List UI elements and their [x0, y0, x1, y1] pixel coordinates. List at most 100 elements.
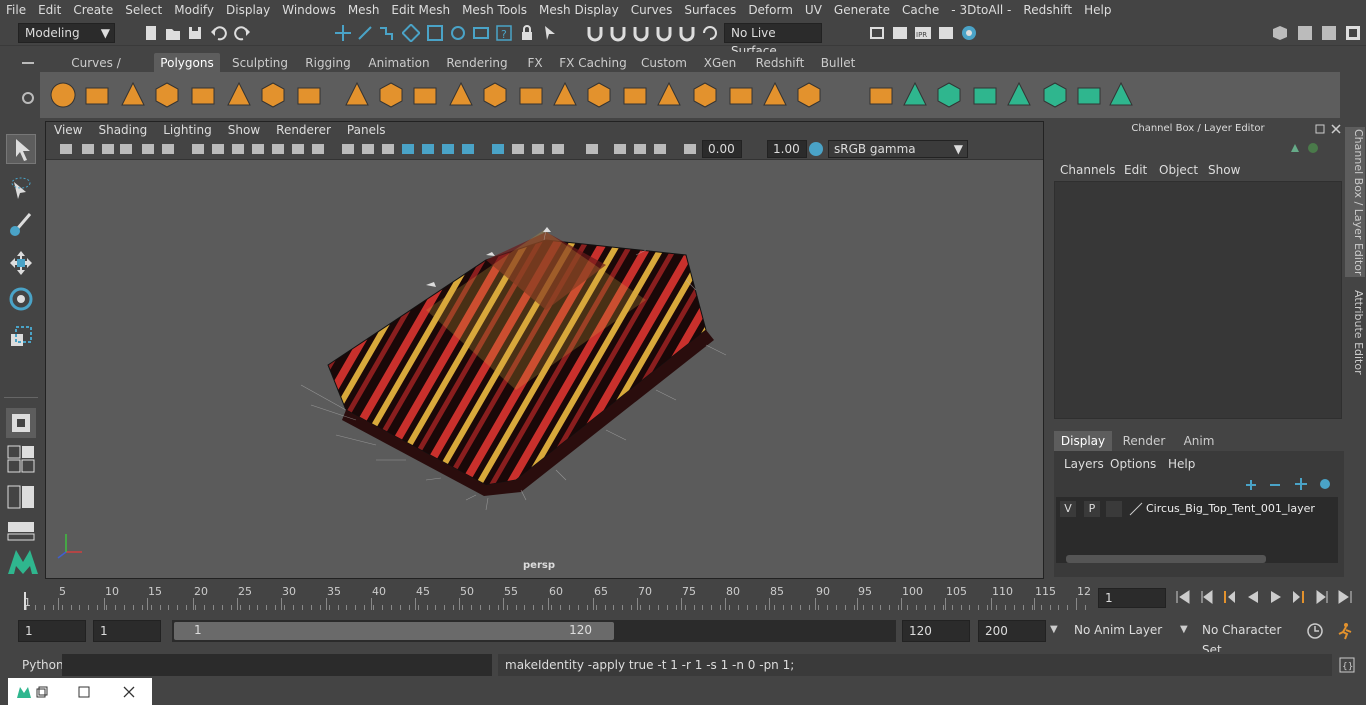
live-surface-field[interactable]: No Live Surface — [724, 23, 822, 58]
xray-joints-icon[interactable] — [550, 141, 566, 157]
step-forward-icon[interactable] — [1313, 588, 1331, 606]
anti-alias-icon[interactable] — [460, 141, 476, 157]
bridge-icon[interactable] — [516, 80, 546, 110]
plane-icon[interactable] — [188, 80, 218, 110]
camera-icon[interactable] — [58, 141, 74, 157]
layout-four-panes[interactable] — [6, 444, 36, 474]
float-icon[interactable] — [1315, 124, 1325, 134]
open-scene-icon[interactable] — [164, 24, 182, 42]
preferences-running-icon[interactable] — [1336, 622, 1354, 640]
viewport-menu-shading[interactable]: Shading — [90, 123, 155, 137]
playback-end-field[interactable]: 120 — [902, 620, 970, 642]
menu-display[interactable]: Display — [220, 0, 276, 20]
step-forward-key-icon[interactable] — [1290, 588, 1308, 606]
colorspace-dropdown[interactable]: sRGB gamma ▼ — [828, 140, 968, 158]
default-material-icon[interactable] — [340, 141, 356, 157]
pyramid-icon[interactable] — [258, 80, 288, 110]
move-tool[interactable] — [6, 248, 36, 278]
shelf-tab-rigging[interactable]: Rigging — [298, 53, 358, 73]
show-menu[interactable]: Show — [1208, 163, 1240, 177]
viewport-menu-panels[interactable]: Panels — [339, 123, 394, 137]
anim-layer-dropdown[interactable]: No Anim Layer — [1068, 620, 1172, 642]
bookmark-icon[interactable] — [100, 141, 116, 157]
layer-up-icon[interactable] — [1244, 477, 1258, 491]
play-forward-icon[interactable] — [1267, 588, 1285, 606]
minimized-window[interactable] — [8, 678, 152, 705]
torus-icon[interactable] — [224, 80, 254, 110]
separate-icon[interactable] — [376, 80, 406, 110]
object-menu[interactable]: Object — [1159, 163, 1198, 177]
current-frame-field[interactable]: 1 — [1098, 588, 1166, 608]
script-language-toggle[interactable]: Python — [22, 658, 64, 672]
menu-modify[interactable]: Modify — [168, 0, 220, 20]
use-all-lights-icon[interactable] — [380, 141, 396, 157]
menu-help[interactable]: Help — [1078, 0, 1117, 20]
go-to-start-icon[interactable] — [1174, 588, 1192, 606]
planar-map-icon[interactable] — [900, 80, 930, 110]
color-management-icon[interactable] — [808, 141, 824, 157]
undo-icon[interactable] — [210, 24, 228, 42]
new-scene-icon[interactable] — [142, 24, 160, 42]
append-icon[interactable] — [550, 80, 580, 110]
new-layer-icon[interactable] — [1294, 477, 1308, 491]
backface-culling-icon[interactable] — [632, 141, 648, 157]
shelf-tab-bullet[interactable]: Bullet — [816, 53, 860, 73]
camera-attributes-icon[interactable] — [80, 141, 96, 157]
layer-name[interactable]: Circus_Big_Top_Tent_001_layer — [1146, 502, 1315, 515]
cylindrical-map-icon[interactable] — [934, 80, 964, 110]
channels-menu[interactable]: Channels — [1060, 163, 1116, 177]
select-by-hierarchy-icon[interactable] — [334, 24, 352, 42]
go-to-end-icon[interactable] — [1336, 588, 1354, 606]
tab-anim[interactable]: Anim — [1174, 431, 1224, 451]
gate-mask-icon[interactable] — [210, 141, 226, 157]
menu-create[interactable]: Create — [67, 0, 119, 20]
snap-together-icon[interactable] — [609, 24, 627, 42]
menu-deform[interactable]: Deform — [742, 0, 799, 20]
two-sided-lighting-icon[interactable] — [612, 141, 628, 157]
snap-live-icon[interactable] — [632, 24, 650, 42]
scale-tool[interactable] — [6, 322, 36, 352]
bevel-icon[interactable] — [480, 80, 510, 110]
paint-tool[interactable] — [6, 210, 36, 240]
lock-icon[interactable] — [518, 24, 536, 42]
range-slider-handle[interactable]: 1 120 — [174, 622, 614, 640]
textured-icon[interactable] — [360, 141, 376, 157]
render-frame-icon[interactable] — [891, 24, 909, 42]
fill-hole-icon[interactable] — [726, 80, 756, 110]
chevron-down-icon[interactable]: ▼ — [1180, 624, 1188, 635]
ipr-render-icon[interactable]: IPR — [914, 24, 932, 42]
exposure-icon[interactable] — [682, 141, 698, 157]
xray-components-icon[interactable] — [584, 141, 600, 157]
menu-lines-icon[interactable] — [18, 56, 38, 70]
select-by-component-icon[interactable] — [378, 24, 396, 42]
smooth-icon[interactable] — [410, 80, 440, 110]
layer-scrollbar[interactable] — [1066, 555, 1266, 563]
hud-icon[interactable] — [652, 141, 668, 157]
menu-mesh-display[interactable]: Mesh Display — [533, 0, 625, 20]
close-icon[interactable] — [121, 684, 137, 700]
shelf-tab-fx[interactable]: FX — [518, 53, 552, 73]
shelf-tab-sculpting[interactable]: Sculpting — [226, 53, 294, 73]
rotate-tool[interactable] — [6, 284, 36, 314]
layer-visibility-toggle[interactable]: V — [1060, 501, 1076, 517]
play-backward-icon[interactable] — [1244, 588, 1262, 606]
workspace-icon[interactable] — [1271, 24, 1289, 42]
menu-mesh-tools[interactable]: Mesh Tools — [456, 0, 533, 20]
layer-down-icon[interactable] — [1268, 477, 1282, 491]
help-menu[interactable]: Help — [1168, 457, 1195, 471]
redo-icon[interactable] — [233, 24, 251, 42]
toggle-panel-icon[interactable] — [1296, 24, 1314, 42]
menu-3dtoall[interactable]: - 3DtoAll - — [945, 0, 1017, 20]
chevron-down-icon[interactable]: ▼ — [1050, 624, 1058, 635]
tab-attribute-editor[interactable]: Attribute Editor — [1345, 287, 1365, 377]
menu-file[interactable]: File — [0, 0, 32, 20]
multicut-icon[interactable] — [584, 80, 614, 110]
help-icon[interactable]: ? — [495, 24, 513, 42]
shelf-tab-animation[interactable]: Animation — [362, 53, 436, 73]
smooth-shade-icon[interactable] — [310, 141, 326, 157]
insert-edge-loop-icon[interactable] — [654, 80, 684, 110]
select-tool[interactable] — [6, 134, 36, 164]
gamma-field[interactable]: 1.00 — [767, 140, 807, 158]
menu-generate[interactable]: Generate — [828, 0, 896, 20]
menu-windows[interactable]: Windows — [276, 0, 342, 20]
